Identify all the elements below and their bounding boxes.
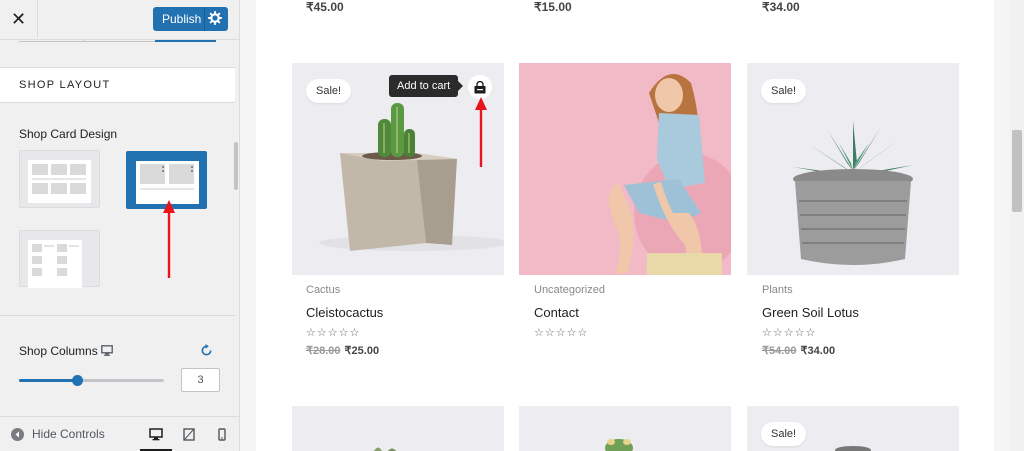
tablet-preview-button[interactable] xyxy=(179,424,199,444)
product-title[interactable]: Green Soil Lotus xyxy=(762,305,859,320)
add-to-cart-button[interactable] xyxy=(468,75,492,99)
product-title[interactable]: Contact xyxy=(534,305,579,320)
hide-controls-label: Hide Controls xyxy=(32,427,105,441)
product-category[interactable]: Cactus xyxy=(306,284,340,296)
star-rating: ☆☆☆☆☆ xyxy=(762,327,817,339)
preview-scrollbar[interactable] xyxy=(1010,0,1024,451)
woman-photo-image xyxy=(519,63,731,275)
add-to-cart-tooltip: Add to cart xyxy=(389,75,464,97)
tablet-icon xyxy=(183,427,195,441)
reset-icon[interactable] xyxy=(200,344,213,357)
mobile-preview-button[interactable] xyxy=(212,424,232,444)
product-image[interactable] xyxy=(292,406,504,451)
slider-handle[interactable] xyxy=(72,375,83,386)
product-category[interactable]: Uncategorized xyxy=(534,284,605,296)
sale-badge: Sale! xyxy=(306,79,352,103)
card-design-label: Shop Card Design xyxy=(19,127,118,141)
shop-columns-label: Shop Columns xyxy=(19,344,98,358)
product-category[interactable]: Plants xyxy=(762,284,793,296)
customizer-sidebar: ✕ Publish SHOP LAYOUT Shop Card Design S… xyxy=(0,0,240,451)
close-customizer-button[interactable]: ✕ xyxy=(0,0,38,38)
customizer-header: ✕ Publish xyxy=(0,0,239,40)
card-design-option-1[interactable] xyxy=(19,150,100,208)
customizer-footer: Hide Controls xyxy=(0,416,239,451)
columns-slider[interactable] xyxy=(19,375,164,386)
product-price: ₹45.00 xyxy=(306,0,344,14)
columns-number-input[interactable]: 3 xyxy=(181,368,220,392)
shopping-bag-icon xyxy=(474,80,486,93)
publish-label: Publish xyxy=(162,12,202,26)
old-price: ₹28.00 xyxy=(306,345,341,357)
old-price: ₹54.00 xyxy=(762,345,797,357)
sale-price: ₹34.00 xyxy=(800,345,836,357)
star-rating: ☆☆☆☆☆ xyxy=(306,327,361,339)
hide-controls-button[interactable]: Hide Controls xyxy=(11,427,105,441)
product-price: ₹28.00 ₹25.00 xyxy=(306,344,379,357)
tab-3-active[interactable] xyxy=(155,40,216,42)
mobile-icon xyxy=(218,427,226,441)
product-image-contact[interactable] xyxy=(519,63,731,275)
sale-badge: Sale! xyxy=(761,79,807,103)
product-price: ₹54.00 ₹34.00 xyxy=(762,344,835,357)
product-image[interactable] xyxy=(519,406,731,451)
product-image-green-soil-lotus[interactable]: Sale! xyxy=(747,63,959,275)
tab-strip xyxy=(19,40,216,42)
section-title: SHOP LAYOUT xyxy=(0,67,235,103)
collapse-arrow-icon xyxy=(11,427,24,441)
product-title[interactable]: Cleistocactus xyxy=(306,305,383,320)
sidebar-scrollbar[interactable] xyxy=(234,142,238,190)
tab-2[interactable] xyxy=(83,40,155,42)
desktop-preview-button[interactable] xyxy=(146,424,166,444)
product-price: ₹15.00 xyxy=(534,0,572,14)
product-price: ₹34.00 xyxy=(762,0,800,14)
publish-button[interactable]: Publish xyxy=(153,7,228,31)
desktop-icon xyxy=(101,345,113,356)
gear-icon[interactable] xyxy=(208,11,222,25)
red-arrow-annotation xyxy=(163,200,175,278)
sale-price: ₹25.00 xyxy=(344,345,380,357)
red-arrow-annotation xyxy=(475,97,487,167)
star-rating: ☆☆☆☆☆ xyxy=(534,327,589,339)
card-design-option-3[interactable] xyxy=(19,230,100,288)
desktop-icon xyxy=(149,427,163,440)
tab-1[interactable] xyxy=(19,40,83,42)
product-image[interactable]: Sale! xyxy=(747,406,959,451)
